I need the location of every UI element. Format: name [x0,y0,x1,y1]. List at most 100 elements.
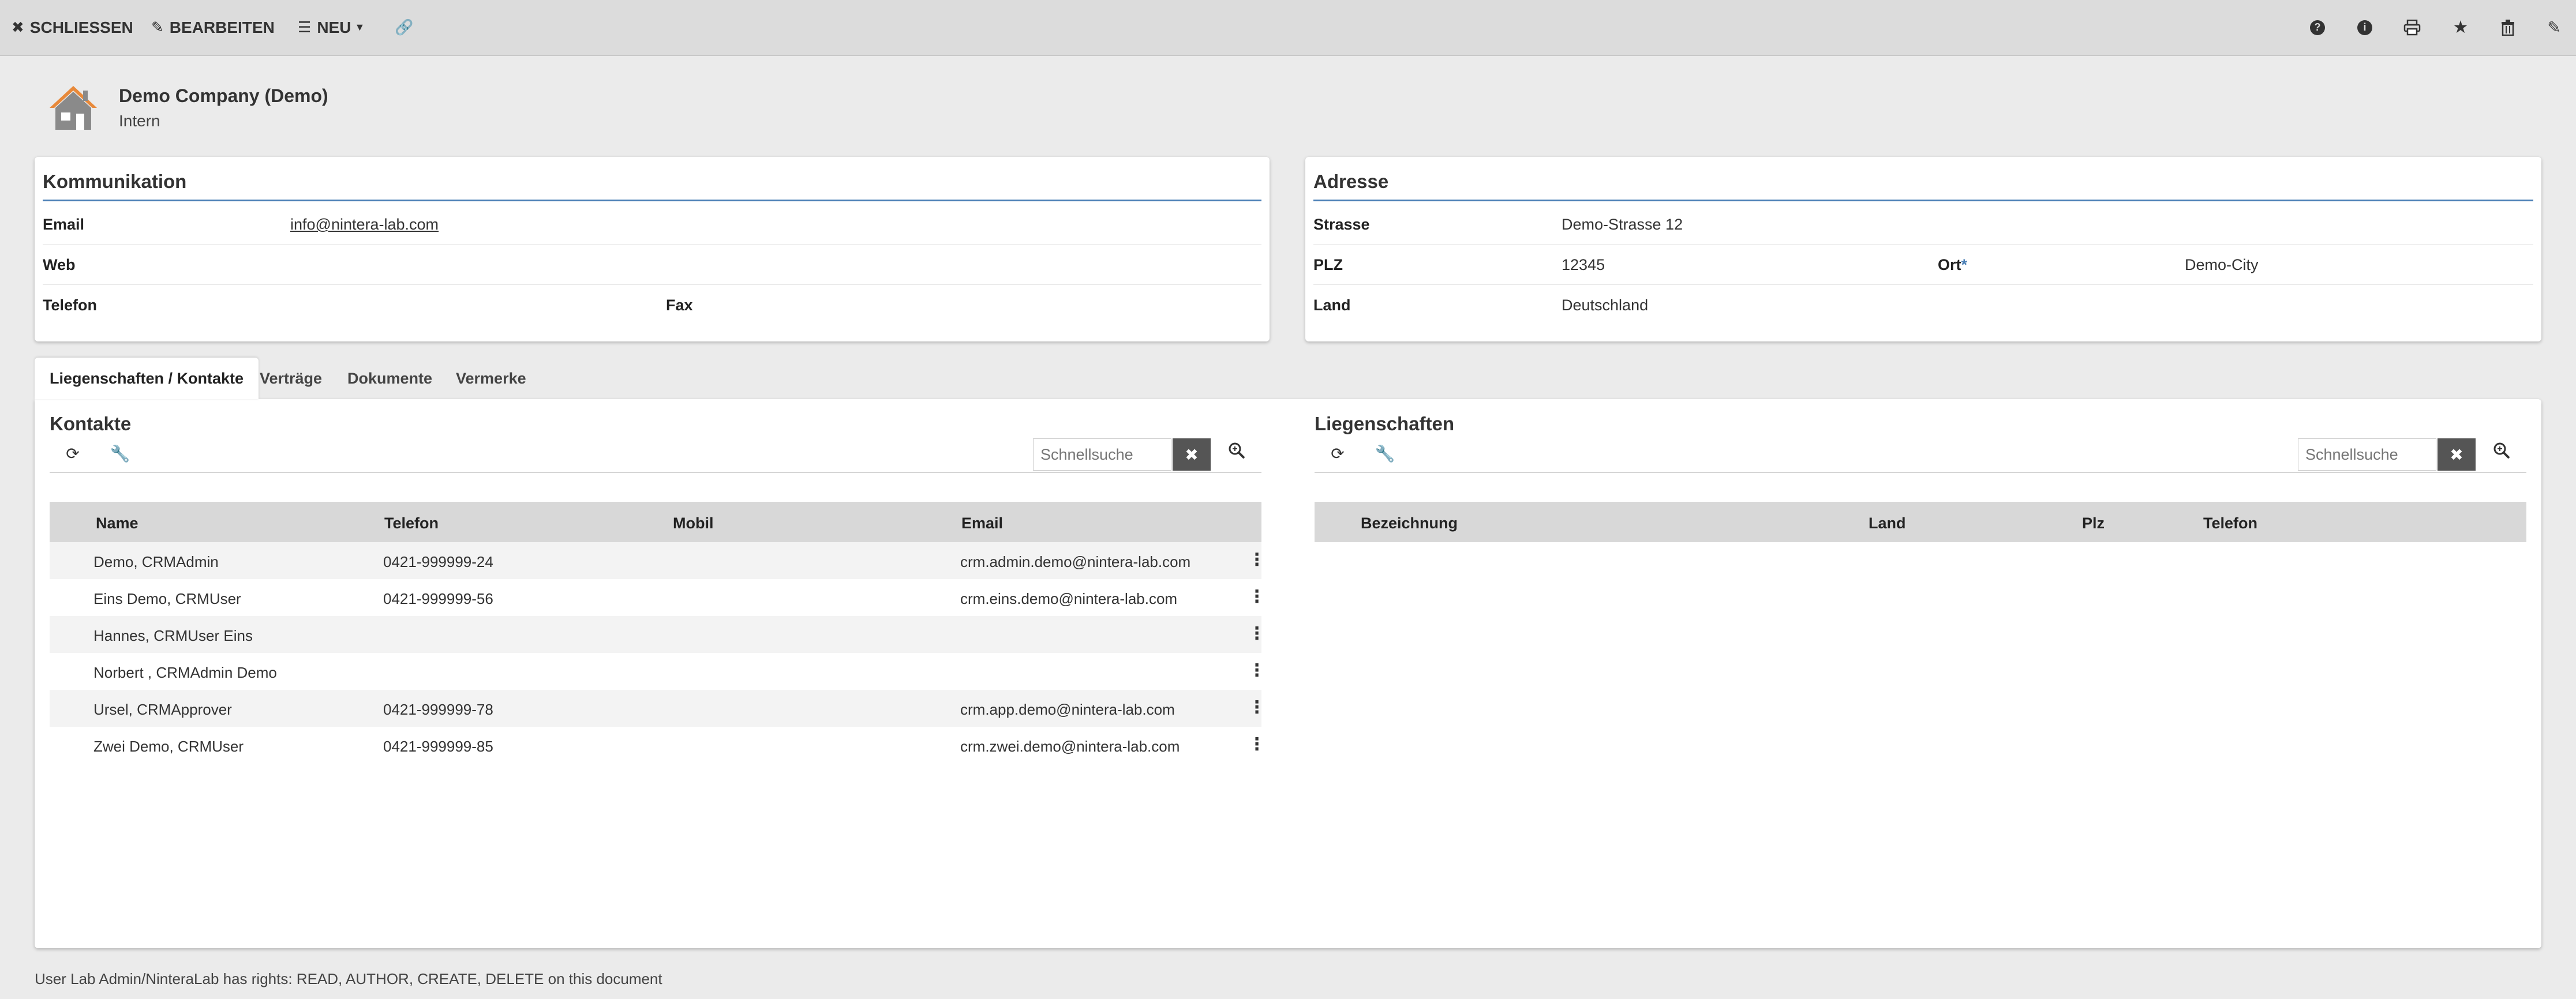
contact-email: crm.admin.demo@nintera-lab.com [960,553,1191,570]
address-card: Adresse Strasse Demo-Strasse 12 PLZ 1234… [1305,157,2541,341]
new-menu-label: NEU [317,18,351,36]
info-button[interactable]: i [2353,0,2376,55]
edit-button[interactable]: ✎ BEARBEITEN [151,0,275,55]
column-header-phone[interactable]: Telefon [2203,514,2257,532]
communication-divider [43,200,1261,201]
city-value: Demo-City [2185,256,2259,273]
phone-label: Telefon [43,296,97,314]
trash-icon [2502,19,2514,36]
column-header-email[interactable]: Email [961,514,1003,532]
contact-name: Eins Demo, CRMUser [93,590,241,607]
contacts-search-clear-button[interactable]: ✖ [1173,438,1211,471]
properties-search-clear-button[interactable]: ✖ [2438,438,2476,471]
link-button[interactable]: 🔗 [395,0,419,55]
properties-search-button[interactable] [2493,442,2510,464]
street-value: Demo-Strasse 12 [1562,216,1683,233]
properties-refresh-button[interactable]: ⟳ [1327,444,1348,463]
contact-phone: 0421-999999-56 [383,590,493,607]
city-label: Ort* [1938,256,1968,273]
tab-notes[interactable]: Vermerke [456,358,526,399]
row-menu-icon[interactable]: ⋮ [1248,551,1265,569]
contact-name: Zwei Demo, CRMUser [93,738,244,755]
delete-button[interactable] [2496,0,2519,55]
edit-document-icon: ✎ [2547,18,2561,36]
contact-phone: 0421-999999-78 [383,701,493,718]
column-header-designation[interactable]: Bezeichnung [1361,514,1458,532]
contacts-table-header: Name Telefon Mobil Email [50,502,1261,542]
fax-label: Fax [666,296,693,314]
column-header-zip[interactable]: Plz [2082,514,2105,532]
contact-email: crm.eins.demo@nintera-lab.com [960,590,1178,607]
wrench-icon: 🔧 [110,445,130,463]
tab-documents[interactable]: Dokumente [347,358,432,399]
table-row[interactable]: Eins Demo, CRMUser 0421-999999-56 crm.ei… [50,579,1265,616]
favorite-button[interactable]: ★ [2449,0,2472,55]
table-row[interactable]: Zwei Demo, CRMUser 0421-999999-85 crm.zw… [50,727,1265,764]
column-header-country[interactable]: Land [1869,514,1906,532]
column-header-name[interactable]: Name [96,514,138,532]
close-icon: ✖ [2450,445,2463,464]
country-label: Land [1313,296,1351,314]
properties-settings-button[interactable]: 🔧 [1375,444,1395,463]
column-header-mobile[interactable]: Mobil [673,514,713,532]
table-row[interactable]: Hannes, CRMUser Eins ⋮ [50,616,1265,653]
rights-info: User Lab Admin/NinteraLab has rights: RE… [35,970,662,987]
link-icon: 🔗 [395,18,414,36]
row-menu-icon[interactable]: ⋮ [1248,588,1265,606]
email-label: Email [43,216,85,233]
new-menu-button[interactable]: ☰ NEU ▼ [298,0,365,55]
country-value: Deutschland [1562,296,1649,314]
contact-email: crm.app.demo@nintera-lab.com [960,701,1175,718]
page-subtitle: Intern [119,112,160,130]
zip-label: PLZ [1313,256,1343,273]
properties-title: Liegenschaften [1315,413,1455,434]
table-row[interactable]: Ursel, CRMApprover 0421-999999-78 crm.ap… [50,690,1265,727]
row-menu-icon[interactable]: ⋮ [1248,736,1265,753]
column-header-phone[interactable]: Telefon [384,514,439,532]
contact-name: Demo, CRMAdmin [93,553,219,570]
contacts-search-button[interactable] [1228,442,1245,464]
email-row: Email info@nintera-lab.com [43,204,1261,245]
address-title: Adresse [1313,171,1389,192]
contacts-settings-button[interactable]: 🔧 [110,444,130,463]
properties-search-input[interactable] [2298,438,2436,471]
street-row: Strasse Demo-Strasse 12 [1313,204,2533,245]
country-row: Land Deutschland [1313,285,2533,325]
address-divider [1313,200,2533,201]
street-label: Strasse [1313,216,1370,233]
edit-document-button[interactable]: ✎ [2543,0,2566,55]
tab-properties-contacts[interactable]: Liegenschaften / Kontakte [35,358,259,399]
row-menu-icon[interactable]: ⋮ [1248,699,1265,716]
close-button[interactable]: ✖ SCHLIESSEN [12,0,133,55]
refresh-icon: ⟳ [66,445,80,463]
contact-name: Hannes, CRMUser Eins [93,627,253,644]
zoom-icon [2493,442,2510,459]
refresh-icon: ⟳ [1331,445,1345,463]
close-icon: ✖ [1185,445,1199,464]
contact-name: Ursel, CRMApprover [93,701,232,718]
email-link[interactable]: info@nintera-lab.com [290,216,439,234]
info-icon: i [2357,20,2372,35]
print-icon [2403,19,2421,35]
contacts-refresh-button[interactable]: ⟳ [62,444,83,463]
toolbar: ✖ SCHLIESSEN ✎ BEARBEITEN ☰ NEU ▼ 🔗 ? i … [0,0,2576,56]
tab-contracts[interactable]: Verträge [260,358,322,399]
page-title: Demo Company (Demo) [119,85,328,106]
edit-icon: ✎ [151,18,164,36]
table-row[interactable]: Norbert , CRMAdmin Demo ⋮ [50,653,1265,690]
contacts-toolbar-divider [50,472,1261,473]
contact-phone: 0421-999999-24 [383,553,493,570]
print-button[interactable] [2401,0,2424,55]
contact-email: crm.zwei.demo@nintera-lab.com [960,738,1180,755]
row-menu-icon[interactable]: ⋮ [1248,625,1265,643]
close-icon: ✖ [12,18,24,36]
table-row[interactable]: Demo, CRMAdmin 0421-999999-24 crm.admin.… [50,542,1265,579]
contacts-search-input[interactable] [1033,438,1171,471]
wrench-icon: 🔧 [1375,445,1395,463]
row-menu-icon[interactable]: ⋮ [1248,662,1265,679]
help-button[interactable]: ? [2306,0,2329,55]
properties-toolbar-divider [1315,472,2526,473]
star-icon: ★ [2453,18,2469,37]
web-label: Web [43,256,76,273]
zoom-icon [1229,442,1245,459]
